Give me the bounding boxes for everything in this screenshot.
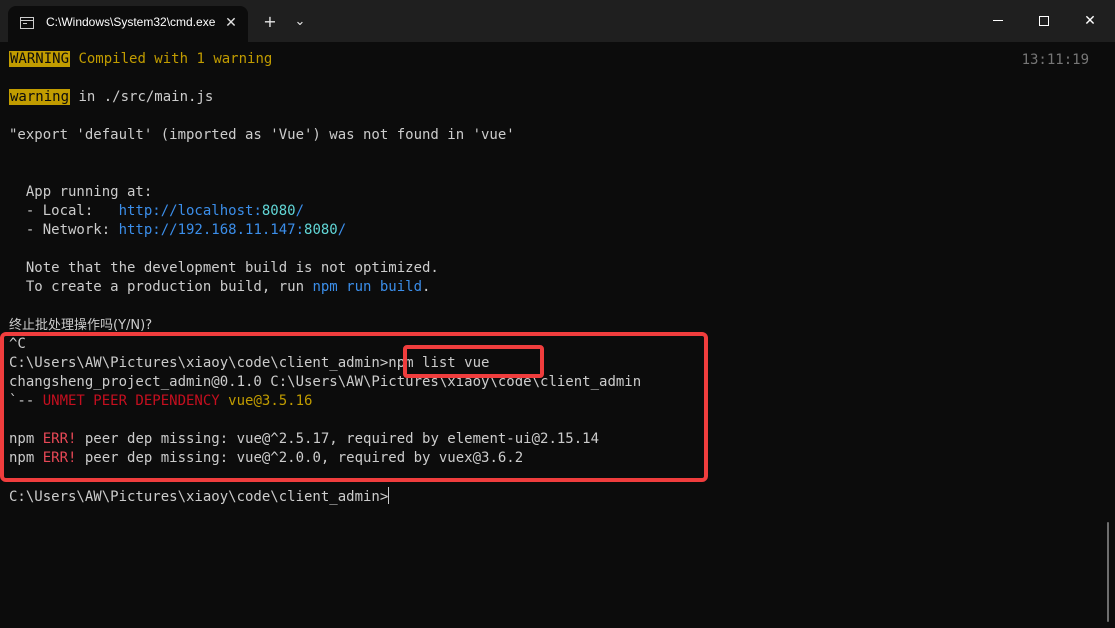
- close-tab-icon[interactable]: ✕: [222, 14, 240, 32]
- warning-location-line: warning in ./src/main.js: [9, 88, 213, 107]
- npm-build-command: npm run build: [312, 279, 423, 295]
- network-url-line: - Network: http://192.168.11.147:8080/: [9, 221, 346, 240]
- close-window-button[interactable]: ✕: [1067, 0, 1113, 42]
- prompt-path: C:\Users\AW\Pictures\xiaoy\code\client_a…: [9, 489, 389, 505]
- text-cursor: [388, 487, 390, 504]
- compile-status-line: WARNING Compiled with 1 warning: [9, 50, 272, 69]
- current-prompt-line[interactable]: C:\Users\AW\Pictures\xiaoy\code\client_a…: [9, 487, 390, 506]
- tab-title: C:\Windows\System32\cmd.exe: [46, 15, 216, 29]
- note-line-2: To create a production build, run npm ru…: [9, 279, 431, 295]
- compiled-message: Compiled with 1 warning: [78, 51, 273, 67]
- new-tab-button[interactable]: +: [258, 10, 282, 34]
- local-url-line: - Local: http://localhost:8080/: [9, 202, 304, 221]
- warning-badge: WARNING: [9, 51, 71, 67]
- export-error-line: "export 'default' (imported as 'Vue') wa…: [9, 127, 515, 143]
- terminal-output[interactable]: 13:11:19 WARNING Compiled with 1 warning…: [0, 42, 1115, 628]
- terminal-icon: [20, 17, 34, 29]
- warning-location: in ./src/main.js: [78, 89, 214, 105]
- minimize-icon: [993, 20, 1003, 21]
- terminal-tab[interactable]: C:\Windows\System32\cmd.exe ✕: [8, 6, 248, 42]
- maximize-button[interactable]: [1021, 0, 1067, 42]
- chevron-down-icon[interactable]: ⌄: [288, 10, 312, 34]
- network-url[interactable]: http://192.168.11.147:8080/: [119, 222, 347, 238]
- minimize-button[interactable]: [975, 0, 1021, 42]
- app-running-line: App running at:: [9, 184, 153, 200]
- local-label: - Local:: [9, 203, 119, 219]
- local-url[interactable]: http://localhost:8080/: [119, 203, 304, 219]
- maximize-icon: [1039, 16, 1049, 26]
- warning-badge-small: warning: [9, 89, 71, 105]
- annotation-highlight-box: [0, 332, 708, 482]
- scrollbar[interactable]: [1107, 522, 1109, 622]
- note-line-1: Note that the development build is not o…: [9, 260, 439, 276]
- command-highlight-box: [403, 345, 544, 378]
- title-bar: C:\Windows\System32\cmd.exe ✕ + ⌄ ✕: [0, 0, 1115, 42]
- network-label: - Network:: [9, 222, 119, 238]
- timestamp: 13:11:19: [1021, 52, 1089, 68]
